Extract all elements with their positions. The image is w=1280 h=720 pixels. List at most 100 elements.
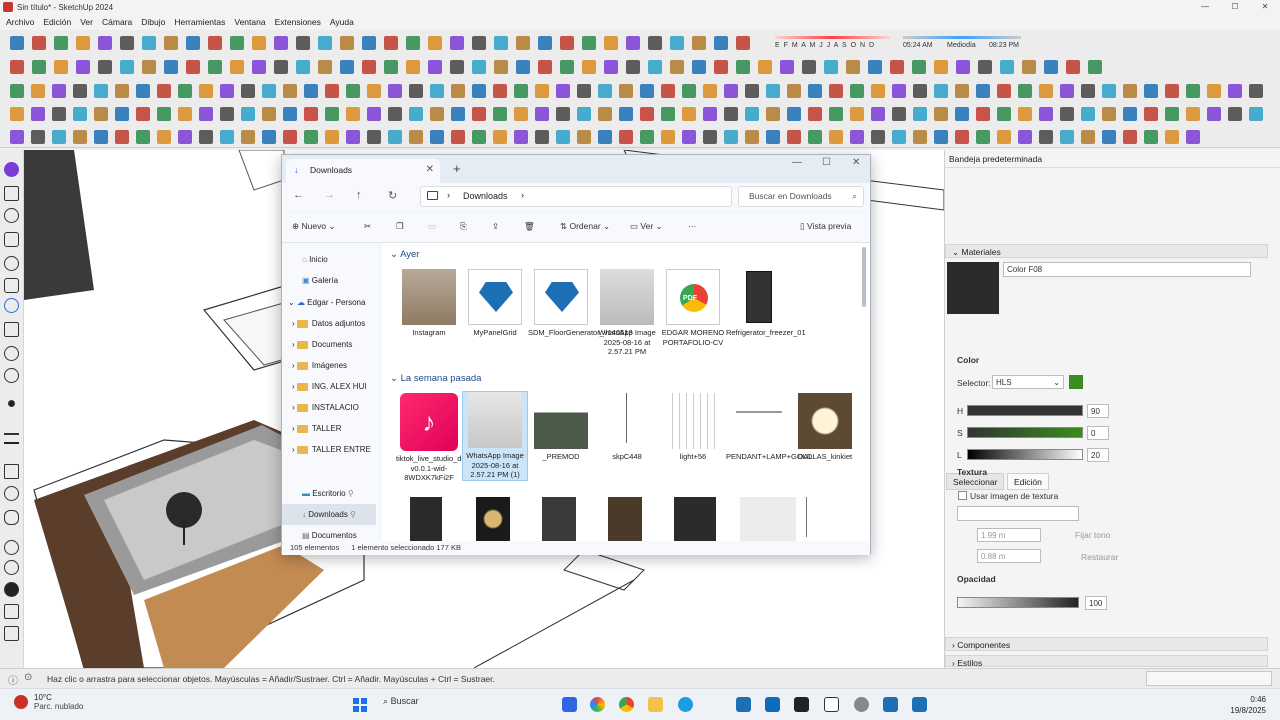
toolbar-tool-icon[interactable] [535, 107, 549, 121]
toolbar-tool-icon[interactable] [1081, 107, 1095, 121]
toolbar-tool-icon[interactable] [472, 36, 486, 50]
toolbar-tool-icon[interactable] [1165, 107, 1179, 121]
toolbar-tool-icon[interactable] [120, 60, 134, 74]
toolbar-tool-icon[interactable] [220, 107, 234, 121]
forward-icon[interactable]: → [324, 189, 335, 201]
nav-item-downloads[interactable]: ↓ Downloads ⚲ [282, 504, 376, 525]
file-item[interactable]: MyPanelGrid [462, 269, 528, 338]
toolbar-tool-icon[interactable] [52, 130, 66, 144]
view-button[interactable]: ▭ Ver ⌄ [630, 221, 663, 232]
nav-item-onedrive[interactable]: ⌄ ☁ Edgar - Persona [282, 292, 376, 313]
components-section-header[interactable]: › Componentes [945, 637, 1268, 651]
paste-icon[interactable]: ▭ [428, 221, 436, 232]
toolbar-tool-icon[interactable] [94, 107, 108, 121]
month-slider[interactable] [775, 36, 890, 39]
file-explorer-icon[interactable] [648, 697, 663, 712]
toolbar-tool-icon[interactable] [52, 107, 66, 121]
nav-item-taller-entre[interactable]: › TALLER ENTRE [282, 439, 376, 460]
menu-herramientas[interactable]: Herramientas [174, 17, 225, 27]
toolbar-tool-icon[interactable] [1060, 107, 1074, 121]
toolbar-tool-icon[interactable] [934, 84, 948, 98]
chrome-icon[interactable] [619, 697, 634, 712]
toolbar-tool-icon[interactable] [955, 130, 969, 144]
toolbar-tool-icon[interactable] [1207, 84, 1221, 98]
toolbar-tool-icon[interactable] [98, 36, 112, 50]
toolbar-tool-icon[interactable] [661, 107, 675, 121]
toolbar-tool-icon[interactable] [493, 84, 507, 98]
rename-icon[interactable]: ⎘ [460, 221, 467, 232]
toolbar-tool-icon[interactable] [252, 60, 266, 74]
toolbar-tool-icon[interactable] [304, 107, 318, 121]
toolbar-tool-icon[interactable] [367, 107, 381, 121]
toolbar-tool-icon[interactable] [340, 60, 354, 74]
measurements-box[interactable] [1146, 671, 1272, 686]
toolbar-tool-icon[interactable] [164, 60, 178, 74]
toolbar-tool-icon[interactable] [1039, 107, 1053, 121]
toolbar-tool-icon[interactable] [115, 107, 129, 121]
toolbar-tool-icon[interactable] [1018, 130, 1032, 144]
opacity-value[interactable]: 100 [1085, 596, 1107, 610]
refresh-icon[interactable] [4, 560, 19, 575]
weather-widget[interactable]: 10°C Parc. nublado [14, 693, 83, 711]
document-icon[interactable] [4, 626, 19, 641]
toolbar-tool-icon[interactable] [934, 107, 948, 121]
group-yesterday[interactable]: ⌄ Ayer [390, 249, 419, 260]
toolbar-tool-icon[interactable] [1060, 130, 1074, 144]
toolbar-tool-icon[interactable] [766, 84, 780, 98]
toolbar-tool-icon[interactable] [604, 36, 618, 50]
copy-icon[interactable]: ❐ [396, 221, 404, 232]
new-button[interactable]: ⊕ Nuevo ⌄ [292, 221, 336, 232]
toolbar-tool-icon[interactable] [978, 60, 992, 74]
toolbar-tool-icon[interactable] [367, 84, 381, 98]
toolbar-tool-icon[interactable] [976, 107, 990, 121]
file-item[interactable]: PENDANT+LAMP+GOLD [726, 393, 812, 462]
toolbar-tool-icon[interactable] [736, 36, 750, 50]
toolbar-tool-icon[interactable] [997, 84, 1011, 98]
file-item[interactable]: ♪ tiktok_live_studio_downloader v0.0.1-w… [396, 393, 496, 483]
toolbar-tool-icon[interactable] [451, 84, 465, 98]
circle-icon[interactable] [4, 486, 19, 501]
toolbar-tool-icon[interactable] [1228, 84, 1242, 98]
toolbar-tool-icon[interactable] [868, 60, 882, 74]
taskbar-app-icon[interactable] [562, 697, 577, 712]
toolbar-tool-icon[interactable] [913, 130, 927, 144]
maximize-button[interactable]: ☐ [1220, 0, 1250, 14]
toolbar-tool-icon[interactable] [388, 107, 402, 121]
toolbar-tool-icon[interactable] [494, 36, 508, 50]
orbit-icon[interactable] [4, 208, 19, 223]
toolbar-tool-icon[interactable] [274, 36, 288, 50]
delete-icon[interactable]: 🗑 [524, 221, 535, 232]
explorer-maximize-button[interactable]: ☐ [822, 157, 831, 168]
toolbar-tool-icon[interactable] [241, 130, 255, 144]
toolbar-tool-icon[interactable] [10, 130, 24, 144]
toolbar-tool-icon[interactable] [1186, 84, 1200, 98]
back-icon[interactable]: ← [293, 189, 304, 201]
info-icon[interactable]: ⓘ [8, 672, 18, 687]
nav-item-documents[interactable]: › Documents [282, 334, 376, 355]
toolbar-tool-icon[interactable] [661, 130, 675, 144]
toolbar-tool-icon[interactable] [241, 84, 255, 98]
eye-icon[interactable] [4, 510, 19, 525]
toolbar-tool-icon[interactable] [626, 60, 640, 74]
toolbar-tool-icon[interactable] [890, 60, 904, 74]
toolbar-tool-icon[interactable] [451, 130, 465, 144]
menu-ayuda[interactable]: Ayuda [330, 17, 354, 27]
nav-item-imagenes[interactable]: › Imágenes [282, 355, 376, 376]
toolbar-tool-icon[interactable] [31, 84, 45, 98]
toolbar-tool-icon[interactable] [451, 107, 465, 121]
nav-item-instalacion[interactable]: › INSTALACIO [282, 397, 376, 418]
toolbar-tool-icon[interactable] [274, 60, 288, 74]
toolbar-tool-icon[interactable] [724, 84, 738, 98]
toolbar-tool-icon[interactable] [871, 107, 885, 121]
toolbar-tool-icon[interactable] [346, 107, 360, 121]
notion-icon[interactable] [824, 697, 839, 712]
toolbar-tool-icon[interactable] [1249, 107, 1263, 121]
toolbar-tool-icon[interactable] [1039, 130, 1053, 144]
toolbar-tool-icon[interactable] [136, 130, 150, 144]
toolbar-tool-icon[interactable] [692, 36, 706, 50]
menu-ver[interactable]: Ver [80, 17, 93, 27]
breadcrumb[interactable]: Downloads [463, 191, 508, 201]
help-icon[interactable] [4, 368, 19, 383]
file-item[interactable]: light+56 [660, 393, 726, 462]
toolbar-tool-icon[interactable] [787, 130, 801, 144]
